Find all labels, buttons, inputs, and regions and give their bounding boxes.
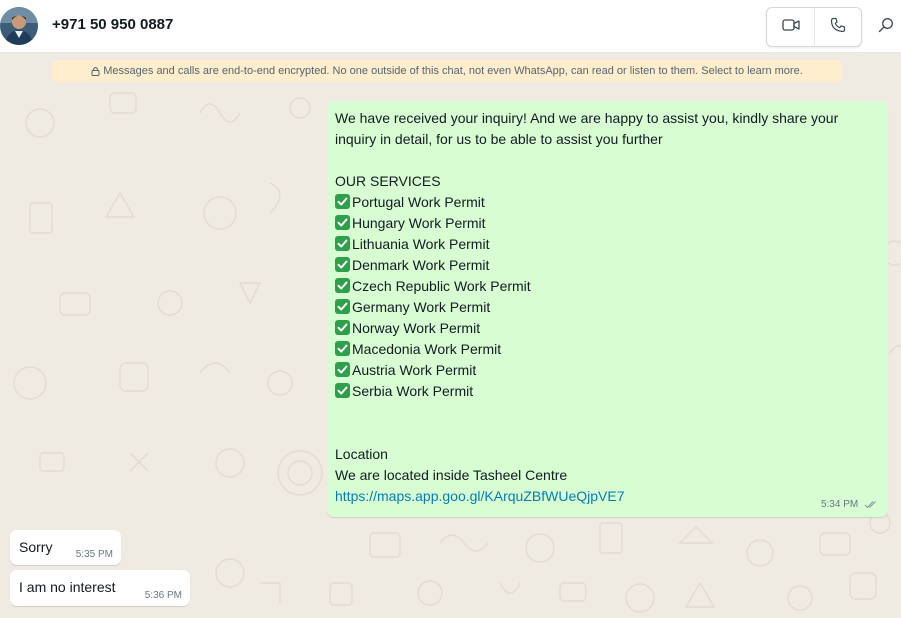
- service-item: Serbia Work Permit: [335, 381, 880, 402]
- message-time: 5:34 PM: [820, 499, 859, 510]
- check-mark-icon: [335, 320, 350, 335]
- check-mark-icon: [335, 236, 350, 251]
- services-list: Portugal Work Permit Hungary Work Permit L…: [335, 192, 880, 402]
- call-button-group: [766, 7, 862, 47]
- chat-panel[interactable]: Messages and calls are end-to-end encryp…: [0, 53, 901, 618]
- outgoing-message-bubble[interactable]: We have received your inquiry! And we ar…: [327, 101, 888, 517]
- service-label: Lithuania Work Permit: [352, 236, 490, 252]
- check-mark-icon: [335, 341, 350, 356]
- service-label: Czech Republic Work Permit: [352, 278, 531, 294]
- lock-icon: [91, 62, 100, 84]
- message-time: 5:35 PM: [75, 549, 113, 560]
- services-heading: OUR SERVICES: [335, 173, 441, 189]
- voice-call-button[interactable]: [814, 8, 861, 46]
- check-mark-icon: [335, 362, 350, 377]
- service-item: Austria Work Permit: [335, 360, 880, 381]
- check-mark-icon: [335, 194, 350, 209]
- service-item: Macedonia Work Permit: [335, 339, 880, 360]
- service-label: Norway Work Permit: [352, 320, 481, 336]
- message-text: Sorry: [19, 539, 53, 555]
- service-item: Czech Republic Work Permit: [335, 276, 880, 297]
- service-label: Hungary Work Permit: [352, 215, 486, 231]
- incoming-message-bubble[interactable]: Sorry 5:35 PM: [10, 530, 121, 565]
- service-label: Macedonia Work Permit: [352, 341, 502, 357]
- message-text: I am no interest: [19, 579, 116, 595]
- service-item: Denmark Work Permit: [335, 255, 880, 276]
- message-body: We have received your inquiry! And we ar…: [335, 108, 880, 507]
- check-mark-icon: [335, 383, 350, 398]
- check-mark-icon: [335, 278, 350, 293]
- service-label: Denmark Work Permit: [352, 257, 490, 273]
- message-meta: 5:34 PM: [821, 499, 878, 512]
- chat-header: +971 50 950 0887: [0, 0, 901, 53]
- map-link[interactable]: https://maps.app.goo.gl/KArquZBfWUeQjpVE…: [335, 488, 624, 504]
- service-item: Hungary Work Permit: [335, 213, 880, 234]
- search-button[interactable]: [876, 17, 896, 37]
- search-icon: [878, 17, 894, 38]
- message-line: inquiry in detail, for us to be able to …: [335, 131, 663, 147]
- message-line: We have received your inquiry! And we ar…: [335, 110, 839, 126]
- contact-avatar[interactable]: [0, 7, 38, 45]
- check-mark-icon: [335, 215, 350, 230]
- message-time: 5:36 PM: [144, 590, 182, 601]
- service-item: Portugal Work Permit: [335, 192, 880, 213]
- service-label: Austria Work Permit: [352, 362, 477, 378]
- phone-icon: [830, 17, 846, 38]
- service-label: Portugal Work Permit: [352, 194, 485, 210]
- check-mark-icon: [335, 299, 350, 314]
- service-label: Serbia Work Permit: [352, 383, 474, 399]
- contact-name[interactable]: +971 50 950 0887: [52, 16, 173, 33]
- check-mark-icon: [335, 257, 350, 272]
- service-item: Norway Work Permit: [335, 318, 880, 339]
- location-text: We are located inside Tasheel Centre: [335, 467, 568, 483]
- double-check-icon: [864, 500, 878, 512]
- video-call-button[interactable]: [767, 8, 815, 46]
- service-item: Germany Work Permit: [335, 297, 880, 318]
- encryption-notice-text: Messages and calls are end-to-end encryp…: [103, 65, 803, 77]
- video-camera-icon: [781, 18, 800, 37]
- encryption-notice[interactable]: Messages and calls are end-to-end encryp…: [52, 60, 842, 82]
- incoming-message-bubble[interactable]: I am no interest 5:36 PM: [10, 570, 190, 606]
- service-label: Germany Work Permit: [352, 299, 491, 315]
- service-item: Lithuania Work Permit: [335, 234, 880, 255]
- location-heading: Location: [335, 446, 388, 462]
